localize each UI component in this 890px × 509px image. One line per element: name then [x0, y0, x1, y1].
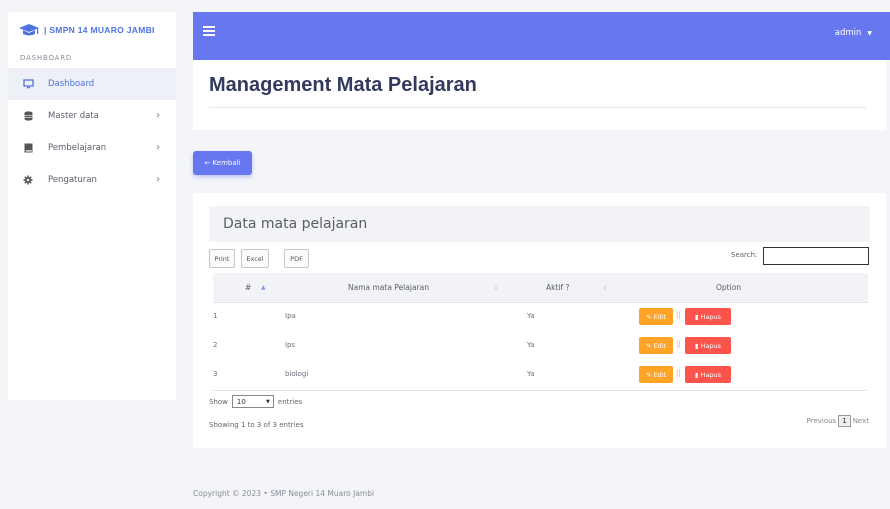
sidebar-item-dashboard[interactable]: Dashboard: [8, 68, 176, 100]
search-label: Search:: [731, 251, 758, 259]
page-title: Management Mata Pelajaran: [209, 74, 477, 96]
row-number: 2: [213, 341, 218, 349]
separator: ||: [676, 369, 681, 377]
brand-name: | SMPN 14 MUARO JAMBI: [44, 25, 155, 35]
sidebar-item-pembelajaran[interactable]: Pembelajaran ›: [8, 132, 176, 164]
caret-down-icon: ▼: [867, 30, 872, 37]
column-header-active[interactable]: Aktif ?: [546, 283, 570, 292]
page-1-button[interactable]: 1: [838, 415, 851, 427]
next-page-button[interactable]: Next: [853, 417, 869, 425]
table-info: Showing 1 to 3 of 3 entries: [209, 421, 304, 429]
show-label: Show: [209, 397, 228, 406]
edit-label: Edit: [653, 341, 667, 350]
separator: ||: [676, 340, 681, 348]
delete-label: Hapus: [700, 341, 722, 350]
row-name: ips: [285, 341, 296, 349]
edit-label: Edit: [653, 312, 667, 321]
column-header-option: Option: [716, 283, 742, 292]
brand[interactable]: | SMPN 14 MUARO JAMBI: [8, 12, 176, 48]
data-card: Data mata pelajaran Print Excel PDF Sear…: [193, 193, 886, 448]
table-row: 1 Ipa Ya ✎ Edit || ▮ Hapus: [213, 304, 868, 333]
edit-label: Edit: [653, 370, 667, 379]
sidebar-item-label: Pembelajaran: [48, 143, 107, 153]
card-title: Data mata pelajaran: [223, 216, 368, 232]
previous-page-button[interactable]: Previous: [807, 417, 837, 425]
sidebar: | SMPN 14 MUARO JAMBI DASHBOARD Dashboar…: [8, 12, 176, 400]
row-number: 1: [213, 312, 218, 320]
table-header: # ▲ Nama mata Pelajaran ⇕ Aktif ? ⇕ Opti…: [213, 273, 868, 303]
sort-icon: ⇕: [493, 285, 499, 292]
page-header: Management Mata Pelajaran: [193, 60, 886, 130]
edit-icon: ✎: [645, 312, 654, 321]
menu-toggle-icon[interactable]: [203, 26, 215, 36]
edit-button[interactable]: ✎ Edit: [639, 308, 673, 325]
sidebar-item-master-data[interactable]: Master data ›: [8, 100, 176, 132]
row-active: Ya: [527, 370, 535, 378]
pagination: Previous 1 Next: [807, 415, 869, 427]
chevron-right-icon: ›: [156, 110, 160, 121]
row-name: biologi: [285, 370, 309, 378]
delete-label: Hapus: [700, 312, 722, 321]
edit-button[interactable]: ✎ Edit: [639, 366, 673, 383]
desktop-icon: [22, 78, 34, 90]
sidebar-item-pengaturan[interactable]: Pengaturan ›: [8, 164, 176, 196]
book-icon: [22, 142, 34, 154]
entries-select[interactable]: 10 ▼: [231, 395, 274, 408]
entries-label: entries: [277, 397, 303, 406]
sort-icon: ⇕: [602, 285, 608, 292]
delete-button[interactable]: ▮ Hapus: [685, 308, 731, 325]
entries-value: 10: [236, 397, 246, 406]
sidebar-item-label: Pengaturan: [48, 175, 97, 185]
row-number: 3: [213, 370, 218, 378]
separator: ||: [676, 311, 681, 319]
user-menu[interactable]: admin ▼: [835, 28, 872, 38]
row-active: Ya: [527, 341, 535, 349]
table-row: 3 biologi Ya ✎ Edit || ▮ Hapus: [213, 362, 868, 391]
entries-length: Show 10 ▼ entries: [209, 395, 302, 408]
chevron-down-icon: ▼: [266, 398, 270, 405]
chevron-right-icon: ›: [156, 142, 160, 153]
sidebar-item-label: Master data: [48, 111, 99, 121]
column-header-name[interactable]: Nama mata Pelajaran: [348, 283, 429, 292]
sidebar-heading: DASHBOARD: [20, 54, 73, 62]
divider: [213, 390, 868, 391]
delete-button[interactable]: ▮ Hapus: [685, 366, 731, 383]
excel-button[interactable]: Excel: [241, 249, 269, 268]
footer-copyright: Copyright © 2023 • SMP Negeri 14 Muaro J…: [193, 489, 375, 498]
graduation-cap-icon: [18, 23, 40, 37]
print-button[interactable]: Print: [209, 249, 235, 268]
sidebar-item-label: Dashboard: [48, 79, 95, 89]
edit-icon: ✎: [645, 341, 654, 350]
delete-label: Hapus: [700, 370, 722, 379]
column-header-number[interactable]: #: [245, 283, 251, 292]
user-name: admin: [834, 28, 862, 38]
divider: [209, 107, 866, 108]
topbar: admin ▼: [193, 12, 890, 60]
row-name: Ipa: [285, 312, 296, 320]
pdf-button[interactable]: PDF: [284, 249, 309, 268]
sort-asc-icon: ▲: [261, 284, 266, 291]
chevron-right-icon: ›: [156, 174, 160, 185]
cog-icon: [22, 174, 34, 186]
row-active: Ya: [527, 312, 535, 320]
database-icon: [22, 110, 34, 122]
card-header: Data mata pelajaran: [209, 206, 870, 242]
delete-button[interactable]: ▮ Hapus: [685, 337, 731, 354]
back-button[interactable]: ← Kembali: [193, 151, 252, 175]
search-input[interactable]: [763, 247, 869, 265]
edit-button[interactable]: ✎ Edit: [639, 337, 673, 354]
edit-icon: ✎: [645, 370, 654, 379]
table-row: 2 ips Ya ✎ Edit || ▮ Hapus: [213, 333, 868, 362]
